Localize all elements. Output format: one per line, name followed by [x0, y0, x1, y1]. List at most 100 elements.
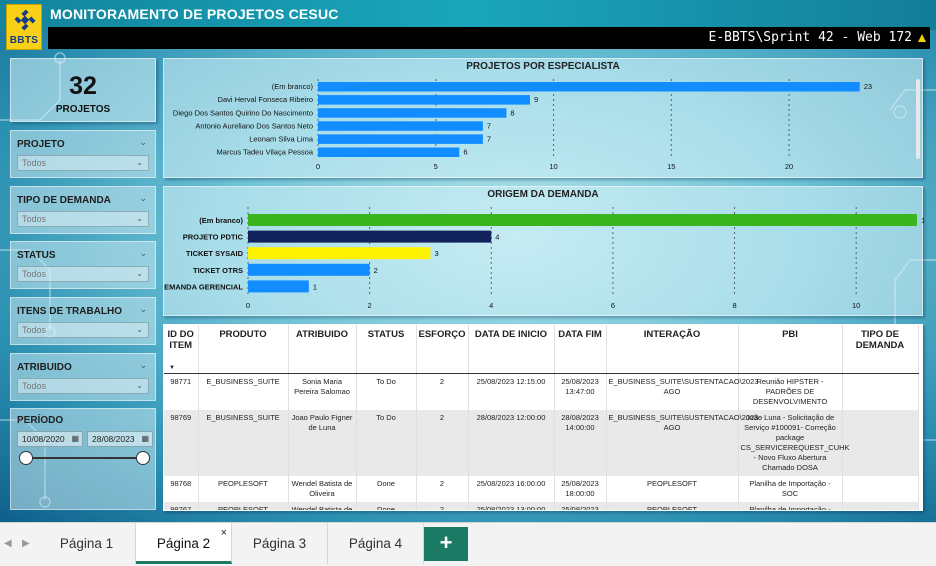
period-title: PERÍODO — [17, 415, 64, 426]
chevron-left-icon[interactable]: ◀ — [4, 538, 12, 549]
table-cell: 98767 — [164, 501, 199, 510]
slicer-projeto: PROJETO ⌄ Todos ⌄ — [10, 130, 156, 178]
calendar-icon[interactable]: ▦ — [71, 434, 79, 443]
column-header[interactable]: INTERAÇÃO — [606, 325, 739, 374]
table-cell: E_BUSINESS_SUITE — [198, 373, 289, 410]
column-header-label: INTERAÇÃO — [643, 329, 701, 340]
table-cell — [842, 409, 919, 476]
chevron-down-icon: ⌄ — [136, 214, 143, 223]
slicer-dropdown[interactable]: Todos ⌄ — [17, 378, 149, 394]
table-row[interactable]: 98771 E_BUSINESS_SUITE Sonia Maria Pereira… — [164, 373, 919, 410]
start-date-value: 10/08/2020 — [22, 434, 65, 444]
table-row[interactable]: 98767PEOPLESOFTWendel Batista de Oliveir… — [164, 501, 919, 510]
table-cell: E_BUSINESS_SUITE — [198, 409, 289, 476]
chevron-down-icon: ⌄ — [136, 325, 143, 334]
logo-text: BBTS — [9, 35, 39, 46]
data-label: 8 — [510, 108, 514, 117]
kpi-card: 32 PROJETOS — [10, 58, 156, 122]
start-date-input[interactable]: 10/08/2020 ▦ — [17, 431, 83, 447]
slicer-title: PROJETO — [17, 139, 65, 150]
close-icon[interactable]: × — [221, 527, 227, 539]
table-header-row: ID DO ITEM ▼ PRODUTO ATRIBUIDO STATUS ESFORÇO… — [164, 325, 919, 374]
date-range-track[interactable] — [26, 457, 142, 459]
slicer-dropdown[interactable]: Todos ⌄ — [17, 155, 149, 171]
table-cell: 25/08/2023 13:00:00 — [468, 501, 555, 510]
slicer-atribuido: ATRIBUIDO ⌄ Todos ⌄ — [10, 353, 156, 401]
table-row[interactable]: 98769 E_BUSINESS_SUITE Joao Paulo Figner d… — [164, 409, 919, 476]
slicer-value: Todos — [22, 381, 47, 391]
slicer-itens-de-trabalho: ITENS DE TRABALHO ⌄ Todos ⌄ — [10, 297, 156, 345]
table-cell: E_BUSINESS_SUITE\SUSTENTACAO\2023-AGO — [606, 373, 761, 410]
chevron-down-icon[interactable]: ⌄ — [139, 360, 147, 371]
work-items-table: ID DO ITEM ▼ PRODUTO ATRIBUIDO STATUS ESFORÇO… — [163, 324, 923, 511]
bar — [248, 247, 431, 260]
table-row[interactable]: 98768 PEOPLESOFT Wendel Batista de Oliveir… — [164, 475, 919, 502]
category-label: Davi Herval Fonseca Ribeiro — [218, 95, 313, 104]
tab-label: Página 1 — [59, 536, 114, 551]
chevron-right-icon[interactable]: ▶ — [22, 538, 30, 549]
column-header[interactable]: TIPO DE DEMANDA — [842, 325, 919, 374]
column-header[interactable]: PRODUTO — [198, 325, 289, 374]
category-label: DEMANDA GERENCIAL — [164, 282, 243, 291]
table-cell: 25/08/2023 16:00:00 — [468, 475, 555, 502]
column-header[interactable]: STATUS — [356, 325, 417, 374]
column-header-label: DATA FIM — [558, 329, 602, 340]
table-cell: Joao Paulo Figner de Luna — [288, 409, 357, 476]
category-label: TICKET OTRS — [193, 266, 243, 275]
table-cell: 25/08/2023 15:00:00 — [554, 501, 607, 510]
page-tab-bar: ◀ ▶ Página 1 Página 2 × Página 3 Página … — [0, 522, 936, 566]
table-cell — [842, 501, 919, 510]
chevron-down-icon[interactable]: ⌄ — [139, 137, 147, 148]
column-header[interactable]: DATA DE INICIO — [468, 325, 555, 374]
category-label: (Em branco) — [272, 82, 314, 91]
bar — [318, 147, 460, 157]
tab-pagina-2[interactable]: Página 2 × — [136, 523, 232, 564]
triangle-up-icon — [918, 34, 926, 42]
chevron-down-icon[interactable]: ⌄ — [139, 248, 147, 259]
slicer-dropdown[interactable]: Todos ⌄ — [17, 266, 149, 282]
table-cell: PEOPLESOFT — [198, 475, 289, 502]
data-label: 4 — [495, 233, 499, 242]
slicer-title: ATRIBUIDO — [17, 362, 72, 373]
slicer-title: ITENS DE TRABALHO — [17, 306, 122, 317]
column-header[interactable]: PBI — [738, 325, 843, 374]
bar — [248, 280, 309, 293]
add-page-button[interactable]: + — [424, 527, 468, 561]
date-range-end-handle[interactable] — [136, 451, 150, 465]
sprint-bar: E-BBTS\Sprint 42 - Web 172 — [48, 27, 930, 49]
column-header[interactable]: ATRIBUIDO — [288, 325, 357, 374]
column-header[interactable]: DATA FIM — [554, 325, 607, 374]
data-label: 7 — [487, 135, 491, 144]
column-header[interactable]: ID DO ITEM ▼ — [164, 325, 199, 374]
table-cell: To Do — [356, 409, 417, 476]
kpi-value: 32 — [69, 72, 97, 100]
slicer-dropdown[interactable]: Todos ⌄ — [17, 322, 149, 338]
slicer-dropdown[interactable]: Todos ⌄ — [17, 211, 149, 227]
chart-origem-svg: 0 2 4 6 8 10 (Em branco) 11 PROJETO PDTIC 4 TICKET… — [164, 207, 924, 310]
column-header[interactable]: ESFORÇO — [416, 325, 469, 374]
table-cell: Planilha de Importação - SOC — [738, 501, 843, 510]
category-label: Diego Dos Santos Quirino Do Nascimento — [173, 108, 313, 117]
table-cell: 28/08/2023 14:00:00 — [554, 409, 607, 476]
bank-logo-icon — [14, 9, 36, 31]
calendar-icon[interactable]: ▦ — [141, 434, 149, 443]
data-label: 1 — [313, 282, 317, 291]
tab-pagina-1[interactable]: Página 1 — [38, 523, 136, 564]
data-table: ID DO ITEM ▼ PRODUTO ATRIBUIDO STATUS ESFORÇO… — [164, 325, 919, 510]
tab-pagina-3[interactable]: Página 3 — [232, 523, 328, 564]
end-date-input[interactable]: 28/08/2023 ▦ — [87, 431, 153, 447]
tab-pagina-4[interactable]: Página 4 — [328, 523, 424, 564]
table-cell: 28/08/2023 12:00:00 — [468, 409, 555, 476]
data-label: 23 — [864, 82, 872, 91]
chart-origem-da-demanda: ORIGEM DA DEMANDA 0246810(Em branco)11PR… — [163, 186, 924, 316]
table-body: 98771 E_BUSINESS_SUITE Sonia Maria Pereira… — [164, 373, 919, 510]
data-label: 2 — [374, 266, 378, 275]
column-header-label: PBI — [782, 329, 798, 340]
sort-down-icon[interactable]: ▼ — [169, 365, 175, 371]
table-cell: 2 — [416, 501, 469, 510]
bar — [248, 214, 917, 226]
date-range-start-handle[interactable] — [19, 451, 33, 465]
bar — [318, 134, 483, 144]
chevron-down-icon[interactable]: ⌄ — [139, 193, 147, 204]
chevron-down-icon[interactable]: ⌄ — [139, 304, 147, 315]
